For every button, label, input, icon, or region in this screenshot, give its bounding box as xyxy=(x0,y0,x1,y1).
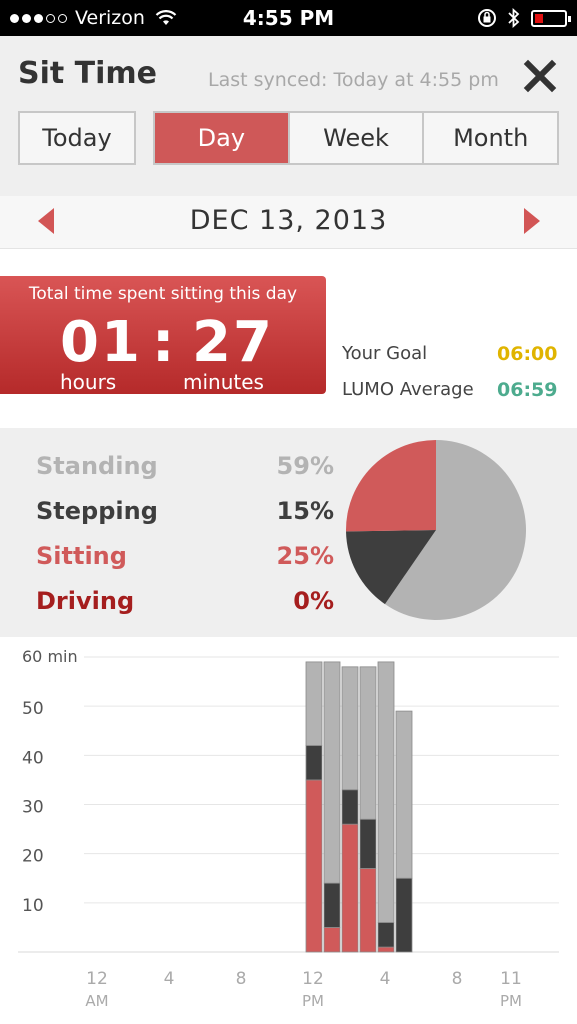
bar-segment-sitting xyxy=(341,823,359,953)
goal-value: 06:00 xyxy=(497,343,558,365)
driving-percent: 0% xyxy=(293,587,334,615)
next-day-arrow-icon[interactable] xyxy=(524,208,540,234)
bar-segment-standing xyxy=(359,666,377,820)
bar-segment-stepping xyxy=(305,745,323,781)
pie-slice-sitting xyxy=(346,440,436,532)
bar-segment-stepping xyxy=(395,877,413,953)
x-tick-label: 4 xyxy=(164,969,175,989)
bar-segment-standing xyxy=(305,661,323,746)
x-tick-label: 11 xyxy=(500,969,522,989)
x-tick-sublabel: PM xyxy=(302,992,324,1010)
x-tick-label: 4 xyxy=(380,969,391,989)
standing-label: Standing xyxy=(36,452,158,480)
stepping-percent: 15% xyxy=(276,497,334,525)
bar-segment-standing xyxy=(341,666,359,791)
y-tick-label: 50 xyxy=(22,699,44,719)
date-navigation: DEC 13, 2013 xyxy=(0,196,577,249)
today-button[interactable]: Today xyxy=(18,111,136,165)
total-minutes: 27 xyxy=(192,310,274,375)
bar-segment-stepping xyxy=(341,789,359,825)
status-bar: Verizon 4:55 PM xyxy=(0,0,577,36)
current-date: DEC 13, 2013 xyxy=(189,205,388,236)
tab-day[interactable]: Day xyxy=(155,113,288,163)
x-tick-label: 12 xyxy=(302,969,324,989)
bar-segment-stepping xyxy=(377,922,395,948)
stepping-label: Stepping xyxy=(36,497,158,525)
rotation-lock-icon xyxy=(478,9,496,27)
bar-segment-stepping xyxy=(323,882,341,928)
activity-breakdown: Standing 59% Stepping 15% Sitting 25% Dr… xyxy=(0,428,577,637)
period-tabs: Day Week Month xyxy=(153,111,559,165)
bar-segment-stepping xyxy=(359,818,377,869)
total-sitting-card: Total time spent sitting this day 01 : 2… xyxy=(0,276,326,394)
hourly-bar-chart: 60 min 50 40 30 20 10 12 AM 4 8 12 PM 4 8 11 PM xyxy=(18,647,559,1010)
battery-icon xyxy=(531,9,571,27)
hours-unit: hours xyxy=(60,370,117,394)
activity-pie-chart xyxy=(346,440,526,620)
bar-segment-standing xyxy=(395,710,413,879)
x-tick-sublabel: PM xyxy=(500,992,522,1010)
x-tick-label: 8 xyxy=(236,969,247,989)
header: Sit Time Last synced: Today at 4:55 pm T… xyxy=(0,36,577,196)
total-caption: Total time spent sitting this day xyxy=(28,284,298,304)
close-button[interactable] xyxy=(520,56,560,96)
y-tick-label: 60 min xyxy=(22,647,78,666)
x-tick-label: 8 xyxy=(452,969,463,989)
page-title: Sit Time xyxy=(18,56,158,91)
last-synced-text: Last synced: Today at 4:55 pm xyxy=(208,69,499,91)
total-hours: 01 xyxy=(60,310,142,375)
hourly-activity-chart: 60 min 50 40 30 20 10 12 AM 4 8 12 PM 4 8 11 PM xyxy=(0,637,577,1024)
time-separator: : xyxy=(152,310,175,375)
x-tick-label: 12 xyxy=(86,969,108,989)
y-tick-label: 10 xyxy=(22,896,44,916)
y-tick-label: 40 xyxy=(22,748,44,768)
sitting-label: Sitting xyxy=(36,542,127,570)
x-tick-sublabel: AM xyxy=(85,992,108,1010)
driving-label: Driving xyxy=(36,587,135,615)
average-value: 06:59 xyxy=(497,379,558,401)
y-tick-label: 20 xyxy=(22,847,44,867)
bar-segment-standing xyxy=(377,661,395,923)
bar-segment-standing xyxy=(323,661,341,884)
bar-segment-sitting xyxy=(359,868,377,953)
bar-segment-sitting xyxy=(305,779,323,953)
goal-label: Your Goal xyxy=(342,343,428,364)
average-label: LUMO Average xyxy=(342,379,474,400)
standing-percent: 59% xyxy=(276,452,334,480)
bluetooth-icon xyxy=(508,8,520,28)
bar-segment-sitting xyxy=(323,927,341,953)
tab-week[interactable]: Week xyxy=(287,113,423,163)
sitting-percent: 25% xyxy=(276,542,334,570)
minutes-unit: minutes xyxy=(183,370,264,394)
tab-month[interactable]: Month xyxy=(422,113,557,163)
close-icon xyxy=(523,59,557,93)
bar-segment-sitting xyxy=(377,946,395,953)
y-tick-label: 30 xyxy=(22,798,44,818)
